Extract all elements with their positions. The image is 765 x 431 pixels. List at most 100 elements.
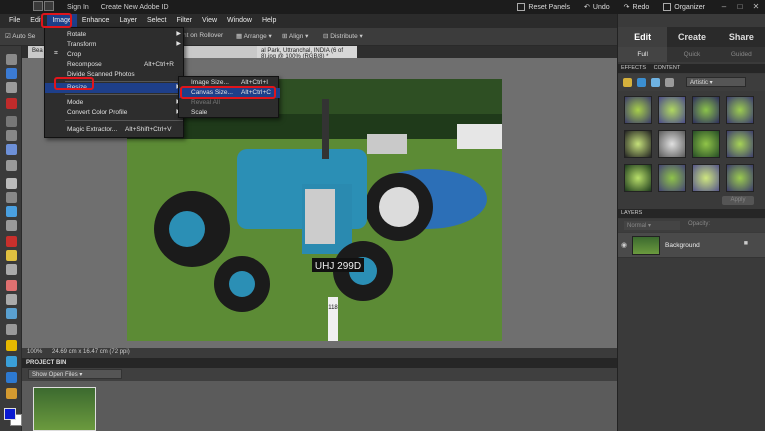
menu-item-transform[interactable]: Transform ▶	[45, 40, 185, 50]
redo-button[interactable]: ↷ Redo	[624, 3, 650, 12]
menu-enhance[interactable]: Enhance	[77, 14, 115, 28]
menu-item-convert-color-profile[interactable]: Convert Color Profile▶	[45, 108, 185, 118]
menu-item-mode[interactable]: Mode▶	[45, 98, 185, 108]
blend-mode-select[interactable]: Normal ▾	[624, 221, 680, 230]
photo-effects-icon[interactable]	[651, 78, 660, 87]
title-bar: Sign In Create New Adobe ID Reset Panels…	[0, 0, 765, 14]
tab-edit[interactable]: Edit	[618, 27, 668, 47]
effect-thumbnail[interactable]	[726, 164, 754, 192]
sponge-tool-icon[interactable]	[6, 388, 17, 399]
organizer-button[interactable]: Organizer	[663, 3, 705, 11]
effects-category-select[interactable]: Artistic ▾	[686, 77, 746, 87]
effect-thumbnail[interactable]	[658, 164, 686, 192]
gradient-tool-icon[interactable]	[6, 340, 17, 351]
document-tab-beach[interactable]: Bea	[32, 48, 43, 54]
highlight-box-resize	[54, 77, 94, 90]
right-panel: Edit Create Share Full Quick Guided EFFE…	[617, 14, 765, 431]
menu-item-scale[interactable]: Scale	[179, 108, 280, 118]
project-bin-filter-select[interactable]: Show Open Files ▾	[28, 369, 122, 379]
document-tab-active[interactable]: al Park, Uttranchal, INDIA (6 of 8).jpg …	[257, 46, 357, 60]
menu-layer[interactable]: Layer	[114, 14, 142, 28]
type-tool-icon[interactable]	[6, 178, 17, 189]
marquee-tool-icon[interactable]	[6, 116, 17, 127]
zoom-tool-icon[interactable]	[6, 68, 17, 79]
apply-effect-button[interactable]: Apply	[722, 196, 754, 205]
edit-mode-subtabs: Full Quick Guided	[618, 47, 765, 62]
maximize-icon[interactable]: □	[735, 2, 745, 11]
menu-item-rotate[interactable]: Rotate ▶	[45, 30, 185, 40]
effect-thumbnail[interactable]	[624, 96, 652, 124]
paint-bucket-tool-icon[interactable]	[6, 308, 17, 319]
effect-thumbnail[interactable]	[692, 130, 720, 158]
straighten-tool-icon[interactable]	[6, 220, 17, 231]
arrange-dropdown[interactable]: ▦ Arrange ▾	[236, 32, 272, 40]
undo-button[interactable]: ↶ Undo	[584, 3, 610, 12]
auto-select-checkbox[interactable]: ☑ Auto Se	[5, 32, 35, 40]
close-icon[interactable]: ✕	[751, 2, 761, 11]
minimize-icon[interactable]: –	[719, 2, 729, 11]
effect-thumbnail[interactable]	[692, 164, 720, 192]
move-tool-icon[interactable]	[6, 54, 17, 65]
effect-thumbnail[interactable]	[726, 130, 754, 158]
magic-wand-tool-icon[interactable]	[6, 144, 17, 155]
menu-filter[interactable]: Filter	[171, 14, 197, 28]
menu-window[interactable]: Window	[222, 14, 257, 28]
photoshop-elements-window: Sign In Create New Adobe ID Reset Panels…	[0, 0, 765, 431]
effects-tab[interactable]: EFFECTS	[621, 65, 646, 71]
lasso-tool-icon[interactable]	[6, 130, 17, 141]
blur-tool-icon[interactable]	[6, 372, 17, 383]
eyedropper-tool-icon[interactable]	[6, 98, 17, 109]
layer-row-background[interactable]: ◉ Background ■	[618, 233, 765, 258]
effect-thumbnail[interactable]	[658, 96, 686, 124]
filters-icon[interactable]	[623, 78, 632, 87]
effect-thumbnail[interactable]	[692, 96, 720, 124]
effect-thumbnail[interactable]	[658, 130, 686, 158]
effect-thumbnail[interactable]	[726, 96, 754, 124]
menu-item-crop[interactable]: ⌗ Crop	[45, 50, 185, 60]
menu-separator	[65, 94, 183, 95]
healing-brush-tool-icon[interactable]	[6, 250, 17, 261]
menu-select[interactable]: Select	[142, 14, 171, 28]
project-bin	[22, 381, 617, 431]
cookie-cutter-tool-icon[interactable]	[6, 206, 17, 217]
align-dropdown[interactable]: ⊞ Align ▾	[282, 32, 308, 40]
project-bin-toolbar: Show Open Files ▾	[22, 368, 617, 381]
layers-toolbar: Normal ▾ Opacity:	[618, 219, 765, 232]
effect-thumbnail[interactable]	[624, 130, 652, 158]
project-bin-thumbnail[interactable]	[33, 387, 96, 431]
crop-icon: ⌗	[54, 50, 58, 57]
eraser-tool-icon[interactable]	[6, 280, 17, 291]
layer-styles-icon[interactable]	[637, 78, 646, 87]
subtab-guided[interactable]: Guided	[717, 47, 765, 62]
custom-shape-tool-icon[interactable]	[6, 356, 17, 367]
clone-stamp-tool-icon[interactable]	[6, 264, 17, 275]
menu-item-magic-extractor[interactable]: Magic Extractor... Alt+Shift+Ctrl+V	[45, 125, 185, 135]
status-bar: 100% 24.69 cm x 16.47 cm (72 ppi)	[22, 348, 617, 358]
smart-brush-tool-icon[interactable]	[6, 324, 17, 335]
menu-help[interactable]: Help	[257, 14, 281, 28]
foreground-color-swatch[interactable]	[4, 408, 16, 420]
menu-view[interactable]: View	[197, 14, 222, 28]
hand-tool-icon[interactable]	[6, 82, 17, 93]
selection-brush-tool-icon[interactable]	[6, 160, 17, 171]
red-eye-tool-icon[interactable]	[6, 236, 17, 247]
content-tab[interactable]: CONTENT	[654, 65, 681, 71]
crop-tool-icon[interactable]	[6, 192, 17, 203]
brush-tool-icon[interactable]	[6, 294, 17, 305]
zoom-level[interactable]: 100%	[27, 349, 42, 355]
reset-panels-button[interactable]: Reset Panels	[517, 3, 570, 11]
tab-share[interactable]: Share	[716, 27, 765, 47]
effect-thumbnail[interactable]	[624, 164, 652, 192]
subtab-full[interactable]: Full	[618, 47, 668, 62]
tab-create[interactable]: Create	[667, 27, 717, 47]
distribute-dropdown[interactable]: ⊟ Distribute ▾	[323, 32, 363, 40]
subtab-quick[interactable]: Quick	[667, 47, 716, 62]
menu-item-recompose[interactable]: Recompose Alt+Ctrl+R	[45, 60, 185, 70]
menu-file[interactable]: File	[4, 14, 25, 28]
sign-in-link[interactable]: Sign In	[67, 4, 89, 11]
eye-icon[interactable]: ◉	[621, 241, 627, 249]
layers-panel-header: LAYERS	[618, 209, 765, 218]
all-effects-icon[interactable]	[665, 78, 674, 87]
create-id-link[interactable]: Create New Adobe ID	[101, 4, 169, 11]
document-size: 24.69 cm x 16.47 cm (72 ppi)	[52, 349, 130, 355]
